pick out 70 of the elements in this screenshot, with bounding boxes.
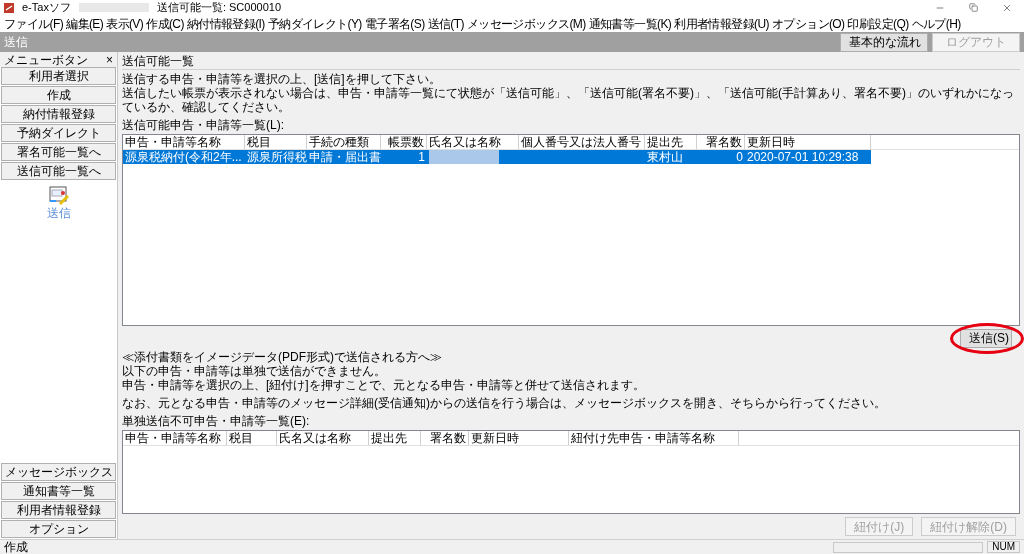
restore-icon[interactable] xyxy=(969,3,978,12)
app-name: e-Taxソフ xyxy=(22,2,71,13)
send-button[interactable]: 送信(S) xyxy=(960,328,1012,348)
table-cell: 東村山 xyxy=(647,150,683,164)
note-text: なお、元となる申告・申請等のメッセージ詳細(受信通知)からの送信を行う場合は、メッセージボックスを開き、そちらから行ってください。 xyxy=(122,396,887,410)
table-cell: 1 xyxy=(418,150,425,164)
menu-item[interactable]: 予納ダイレクト(Y) xyxy=(267,17,362,30)
column-header[interactable]: 帳票数 xyxy=(381,135,427,149)
column-header[interactable]: 更新日時 xyxy=(469,431,569,445)
sidebar-button[interactable]: メッセージボックス xyxy=(1,463,116,481)
menu-item[interactable]: ヘルプ(H) xyxy=(911,17,961,30)
sidebar-close-button[interactable]: × xyxy=(106,53,113,66)
send-document-icon[interactable] xyxy=(47,185,70,205)
column-header[interactable]: 紐付け先申告・申請等名称 xyxy=(569,431,739,445)
status-text: 作成 xyxy=(4,541,28,553)
menu-item[interactable]: オプション(O) xyxy=(771,17,845,30)
menu-item[interactable]: 編集(E) xyxy=(66,17,104,30)
column-header[interactable]: 手続の種類 xyxy=(307,135,381,149)
column-header[interactable]: 税目 xyxy=(227,431,277,445)
table-cell: 申請・届出書 xyxy=(309,150,381,164)
table-cell: 源泉税納付(令和2年... xyxy=(125,150,242,164)
menu-item[interactable]: 印刷設定(Q) xyxy=(847,17,909,30)
close-icon[interactable] xyxy=(1002,2,1012,13)
sidebar-button[interactable]: 通知書等一覧 xyxy=(1,482,116,500)
note-text: 以下の申告・申請等は単独で送信ができません。 xyxy=(122,364,387,378)
instruction-text: 送信する申告・申請等を選択の上、[送信]を押して下さい。 xyxy=(122,72,442,86)
column-header[interactable]: 氏名又は名称 xyxy=(277,431,369,445)
menu-item[interactable]: 納付情報登録(I) xyxy=(186,17,265,30)
menu-item[interactable]: 利用者情報登録(U) xyxy=(674,17,769,30)
sidebar-button[interactable]: 作成 xyxy=(1,86,116,104)
shortcut-label[interactable]: 送信 xyxy=(46,207,71,219)
note-text: ≪添付書類をイメージデータ(PDF形式)で送信される方へ≫ xyxy=(122,350,443,364)
menu-item[interactable]: 送信(T) xyxy=(427,17,464,30)
page-title: 送信可能一覧 xyxy=(122,53,195,69)
menu-item[interactable]: 作成(C) xyxy=(146,17,184,30)
table-cell: 2020-07-01 10:29:38 xyxy=(747,150,859,164)
sidebar-button[interactable]: オプション xyxy=(1,520,116,538)
column-header[interactable]: 提出先 xyxy=(645,135,697,149)
sidebar-button[interactable]: 利用者情報登録 xyxy=(1,501,116,519)
column-header[interactable]: 税目 xyxy=(245,135,307,149)
menu-item[interactable]: 電子署名(S) xyxy=(364,17,425,30)
menu-item[interactable]: 表示(V) xyxy=(106,17,144,30)
column-header[interactable]: 申告・申請等名称 xyxy=(123,135,245,149)
instruction-text: 送信したい帳票が表示されない場合は、申告・申請等一覧にて状態が「送信可能」、「送信可能(署名不要)」、「送信可能(手計算あり、署名不要)」のいずれかになっているか、確認してください。 xyxy=(122,86,1015,114)
menu-item[interactable]: ファイル(F) xyxy=(4,17,64,30)
sidebar-button[interactable]: 納付情報登録 xyxy=(1,105,116,123)
sidebar-button[interactable]: 送信可能一覧へ xyxy=(1,162,116,180)
table-cell: 源泉所得税 xyxy=(247,150,307,164)
table-label: 単独送信不可申告・申請等一覧(E): xyxy=(122,414,311,428)
table-label: 送信可能申告・申請等一覧(L): xyxy=(122,118,285,132)
column-header[interactable]: 署名数 xyxy=(697,135,745,149)
header-button[interactable]: 基本的な流れ xyxy=(840,32,928,52)
window-title: 送信可能一覧: SC000010 xyxy=(156,2,281,13)
sidebar-button[interactable]: 予納ダイレクト xyxy=(1,124,116,142)
sidebar-button[interactable]: 署名可能一覧へ xyxy=(1,143,116,161)
header-title: 送信 xyxy=(4,36,28,48)
table-row[interactable]: 源泉税納付(令和2年... 源泉所得税 申請・届出書 1 東村山 0 2020-07-01 10:29:38 xyxy=(123,150,871,164)
note-text: 申告・申請等を選択の上、[紐付け]を押すことで、元となる申告・申請等と併せて送信されます。 xyxy=(122,378,646,392)
menu-item[interactable]: メッセージボックス(M) xyxy=(466,17,586,30)
status-indicator: NUM xyxy=(987,541,1020,553)
sidebar-button[interactable]: 利用者選択 xyxy=(1,67,116,85)
column-header[interactable]: 更新日時 xyxy=(745,135,871,149)
table-cell: 0 xyxy=(736,150,743,164)
column-header[interactable]: 氏名又は名称 xyxy=(427,135,519,149)
column-header[interactable]: 提出先 xyxy=(369,431,421,445)
column-header[interactable]: 個人番号又は法人番号 xyxy=(519,135,645,149)
column-header[interactable]: 署名数 xyxy=(421,431,469,445)
column-header[interactable]: 申告・申請等名称 xyxy=(123,431,227,445)
sidebar-title: メニューボタン xyxy=(4,53,88,66)
menu-item[interactable]: 通知書等一覧(K) xyxy=(588,17,672,30)
